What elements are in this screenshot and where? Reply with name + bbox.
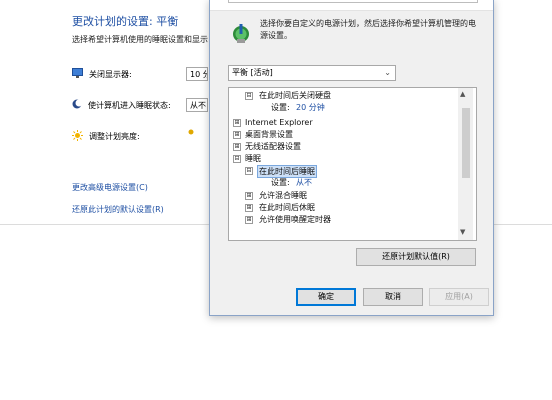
setting-prefix: 设置: xyxy=(271,178,290,187)
tree-item-sleep[interactable]: ⊟ 睡眠 xyxy=(229,153,459,164)
brightness-icon xyxy=(72,129,83,143)
chevron-down-icon: ⌄ xyxy=(384,68,391,77)
brightness-label: 调整计划亮度: xyxy=(89,131,140,141)
restore-defaults-link[interactable]: 还原此计划的默认设置(R) xyxy=(72,204,164,215)
display-off-label: 关闭显示器: xyxy=(89,69,132,79)
power-options-dialog: 选择你要自定义的电源计划，然后选择你希望计算机管理的电源设置。 平衡 [活动] … xyxy=(209,0,494,316)
sleep-select[interactable]: 从不 xyxy=(186,98,208,112)
advanced-settings-link[interactable]: 更改高级电源设置(C) xyxy=(72,182,148,193)
settings-tree[interactable]: ⊟ 在此时间后关闭硬盘 设置: 20 分钟 ⊞ Internet Explore… xyxy=(228,87,477,241)
tree-item-label: Internet Explorer xyxy=(245,118,313,127)
tree-item-hdd-timeout[interactable]: ⊟ 在此时间后关闭硬盘 xyxy=(229,90,459,101)
tree-item-label: 无线适配器设置 xyxy=(245,142,301,151)
tree-item-hdd-setting[interactable]: 设置: 20 分钟 xyxy=(229,102,459,113)
power-plan-icon xyxy=(230,22,252,44)
scrollbar-thumb[interactable] xyxy=(462,108,470,178)
setting-value[interactable]: 从不 xyxy=(296,177,312,188)
expand-icon[interactable]: ⊞ xyxy=(245,204,253,212)
expand-icon[interactable]: ⊞ xyxy=(245,192,253,200)
divider xyxy=(0,224,209,225)
dialog-tab-edge xyxy=(228,0,478,3)
power-plan-select[interactable]: 平衡 [活动] ⌄ xyxy=(228,65,396,81)
brightness-row: 调整计划亮度: xyxy=(72,129,140,143)
display-off-row: 关闭显示器: xyxy=(72,67,132,81)
expand-icon[interactable]: ⊞ xyxy=(245,216,253,224)
tree-item-sleep-after[interactable]: ⊟ 在此时间后睡眠 xyxy=(229,165,459,178)
scroll-up-icon[interactable]: ▲ xyxy=(460,90,465,98)
tree-item-label: 在此时间后关闭硬盘 xyxy=(259,91,331,100)
collapse-icon[interactable]: ⊟ xyxy=(245,167,253,175)
setting-value[interactable]: 20 分钟 xyxy=(296,102,325,113)
tree-item-label: 在此时间后休眠 xyxy=(259,203,315,212)
expand-icon[interactable]: ⊞ xyxy=(233,143,241,151)
tree-item-sleep-setting[interactable]: 设置: 从不 xyxy=(229,177,459,188)
tree-item-internet-explorer[interactable]: ⊞ Internet Explorer xyxy=(229,117,459,128)
expand-icon[interactable]: ⊞ xyxy=(233,119,241,127)
tree-item-desktop-background[interactable]: ⊞ 桌面背景设置 xyxy=(229,129,459,140)
tree-item-hibernate-after[interactable]: ⊞ 在此时间后休眠 xyxy=(229,202,459,213)
tree-item-wake-timers[interactable]: ⊞ 允许使用唤醒定时器 xyxy=(229,214,459,225)
setting-prefix: 设置: xyxy=(271,103,290,112)
sleep-row: 使计算机进入睡眠状态: xyxy=(72,98,171,112)
sleep-label: 使计算机进入睡眠状态: xyxy=(88,100,171,110)
tree-item-label: 睡眠 xyxy=(245,154,261,163)
cancel-button[interactable]: 取消 xyxy=(363,288,423,306)
dialog-intro-text: 选择你要自定义的电源计划，然后选择你希望计算机管理的电源设置。 xyxy=(260,19,476,40)
page-subtitle: 选择希望计算机使用的睡眠设置和显示 xyxy=(72,35,208,44)
expand-icon[interactable]: ⊞ xyxy=(233,131,241,139)
moon-sleep-icon xyxy=(72,99,83,111)
tree-item-wireless-adapter[interactable]: ⊞ 无线适配器设置 xyxy=(229,141,459,152)
display-off-select[interactable]: 10 分 xyxy=(186,67,208,81)
power-plan-select-value: 平衡 [活动] xyxy=(232,68,273,77)
scroll-down-icon[interactable]: ▼ xyxy=(460,228,465,236)
tree-item-label: 桌面背景设置 xyxy=(245,130,293,139)
page-title: 更改计划的设置: 平衡 xyxy=(72,15,179,28)
restore-plan-defaults-button[interactable]: 还原计划默认值(R) xyxy=(356,248,476,266)
monitor-icon xyxy=(72,68,83,80)
apply-button[interactable]: 应用(A) xyxy=(429,288,489,306)
ok-button[interactable]: 确定 xyxy=(296,288,356,306)
tree-item-label: 允许使用唤醒定时器 xyxy=(259,215,331,224)
tree-item-label: 允许混合睡眠 xyxy=(259,191,307,200)
brightness-slider-icon[interactable] xyxy=(187,128,195,138)
tree-item-hybrid-sleep[interactable]: ⊞ 允许混合睡眠 xyxy=(229,190,459,201)
collapse-icon[interactable]: ⊟ xyxy=(245,92,253,100)
collapse-icon[interactable]: ⊟ xyxy=(233,155,241,163)
divider xyxy=(494,224,552,225)
